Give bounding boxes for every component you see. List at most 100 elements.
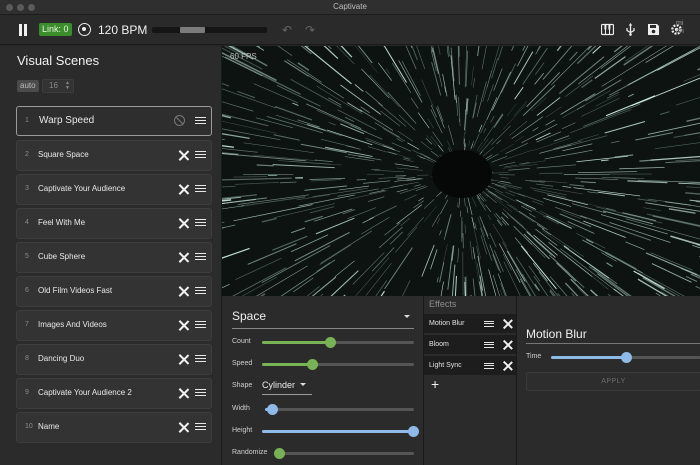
delete-scene-icon[interactable] — [178, 422, 189, 433]
scene-item[interactable]: 7 Images And Videos — [16, 310, 212, 341]
drag-handle-icon[interactable] — [195, 151, 206, 158]
scene-item[interactable]: 5 Cube Sphere — [16, 242, 212, 273]
slider-knob[interactable] — [408, 426, 419, 437]
chevron-down-icon[interactable] — [404, 315, 410, 318]
effect-item[interactable]: Bloom — [424, 335, 517, 355]
delete-scene-icon[interactable] — [178, 354, 189, 365]
star-streak — [256, 164, 274, 167]
scene-item[interactable]: 6 Old Film Videos Fast — [16, 276, 212, 307]
drag-handle-icon[interactable] — [484, 321, 494, 327]
scene-index: 5 — [25, 253, 29, 260]
effect-item[interactable]: Motion Blur — [424, 314, 517, 334]
slider-fill — [551, 356, 626, 359]
motion-blur-panel: Motion Blur Time APPLY — [516, 296, 700, 465]
scene-name: Cube Sphere — [38, 252, 86, 261]
pause-button[interactable] — [18, 24, 28, 36]
drag-handle-icon[interactable] — [484, 363, 494, 369]
effect-label: Light Sync — [429, 362, 462, 369]
warp-core — [432, 150, 492, 198]
slider-knob[interactable] — [621, 352, 632, 363]
drag-handle-icon[interactable] — [195, 253, 206, 260]
speed-label: Speed — [232, 360, 253, 367]
width-slider[interactable] — [265, 404, 414, 415]
shape-select-value: Cylinder — [262, 380, 296, 390]
add-effect-button[interactable]: + — [431, 377, 439, 391]
redo-icon[interactable]: ↷ — [305, 23, 315, 37]
midi-keyboard-icon[interactable] — [601, 23, 614, 36]
slider-knob[interactable] — [307, 359, 319, 370]
undo-icon[interactable]: ↶ — [282, 23, 292, 37]
space-settings-panel: Space Count Speed Shape Cylinder Width H… — [222, 296, 423, 465]
scene-item[interactable]: 10 Name — [16, 412, 212, 443]
slider-fill — [262, 341, 331, 344]
delete-scene-icon[interactable] — [178, 388, 189, 399]
scene-item[interactable]: 9 Captivate Your Audience 2 — [16, 378, 212, 409]
star-streak — [356, 179, 366, 181]
drag-handle-icon[interactable] — [195, 185, 206, 192]
drag-handle-icon[interactable] — [195, 423, 206, 430]
slider-fill — [262, 363, 313, 366]
save-icon[interactable] — [647, 23, 660, 36]
slider-knob[interactable] — [325, 337, 337, 348]
shape-select[interactable]: Cylinder — [262, 380, 307, 390]
time-slider[interactable] — [551, 352, 700, 363]
drag-handle-icon[interactable] — [195, 287, 206, 294]
drag-handle-icon[interactable] — [195, 389, 206, 396]
scene-index: 1 — [25, 117, 29, 124]
scene-index: 9 — [25, 389, 29, 396]
remove-effect-icon[interactable] — [502, 340, 512, 350]
scene-index: 2 — [25, 151, 29, 158]
usb-icon[interactable] — [624, 23, 637, 36]
delete-scene-icon[interactable] — [178, 320, 189, 331]
count-slider[interactable] — [262, 337, 414, 348]
delete-scene-icon[interactable] — [178, 218, 189, 229]
warp-speed-visual — [222, 46, 700, 296]
window-title: Captivate — [333, 2, 367, 11]
scene-name: Feel With Me — [38, 218, 86, 227]
delete-scene-icon[interactable] — [178, 252, 189, 263]
bpm-display[interactable]: 120 BPM — [98, 23, 147, 37]
scene-name: Old Film Videos Fast — [38, 286, 113, 295]
auto-toggle[interactable]: auto — [17, 80, 39, 92]
metronome-icon[interactable] — [78, 23, 91, 36]
auto-beats-input[interactable]: 16 ▲ ▼ — [42, 79, 74, 93]
scene-item[interactable]: 4 Feel With Me — [16, 208, 212, 239]
scene-item[interactable]: 3 Captivate Your Audience — [16, 174, 212, 205]
drag-handle-icon[interactable] — [195, 355, 206, 362]
scene-item[interactable]: 8 Dancing Duo — [16, 344, 212, 375]
visual-type-select[interactable]: Space — [232, 309, 266, 323]
apply-button[interactable]: APPLY — [526, 372, 700, 391]
drag-handle-icon[interactable] — [195, 117, 206, 124]
drag-handle-icon[interactable] — [195, 321, 206, 328]
height-slider[interactable] — [262, 426, 419, 437]
drag-handle-icon[interactable] — [484, 342, 494, 348]
effect-title-underline — [526, 343, 700, 344]
drag-handle-icon[interactable] — [195, 219, 206, 226]
scene-name: Captivate Your Audience — [38, 184, 126, 193]
height-label: Height — [232, 427, 253, 434]
delete-scene-icon[interactable] — [178, 150, 189, 161]
stepper-arrows-icon[interactable]: ▲ ▼ — [65, 81, 70, 91]
delete-scene-icon[interactable] — [178, 286, 189, 297]
time-label: Time — [526, 353, 542, 360]
slider-fill — [262, 430, 414, 433]
randomize-label: Randomize — [232, 449, 268, 456]
scene-item[interactable]: 1 Warp Speed — [16, 106, 212, 136]
scene-item[interactable]: 2 Square Space — [16, 140, 212, 171]
sidebar-title: Visual Scenes — [17, 53, 100, 68]
scene-name: Dancing Duo — [38, 354, 85, 363]
slider-knob[interactable] — [267, 404, 279, 415]
visualizer-canvas[interactable]: 60 FPS — [222, 46, 700, 296]
speed-slider[interactable] — [262, 359, 414, 370]
remove-effect-icon[interactable] — [502, 361, 512, 371]
delete-scene-icon[interactable] — [178, 184, 189, 195]
star-streak — [601, 159, 609, 162]
link-badge[interactable]: Link: 0 — [39, 23, 72, 36]
effect-item[interactable]: Light Sync — [424, 356, 517, 376]
randomize-slider[interactable] — [274, 448, 414, 459]
effect-title: Motion Blur — [526, 327, 587, 341]
remove-effect-icon[interactable] — [502, 319, 512, 329]
slider-knob[interactable] — [274, 448, 285, 459]
select-underline — [232, 328, 414, 329]
scene-index: 3 — [25, 185, 29, 192]
